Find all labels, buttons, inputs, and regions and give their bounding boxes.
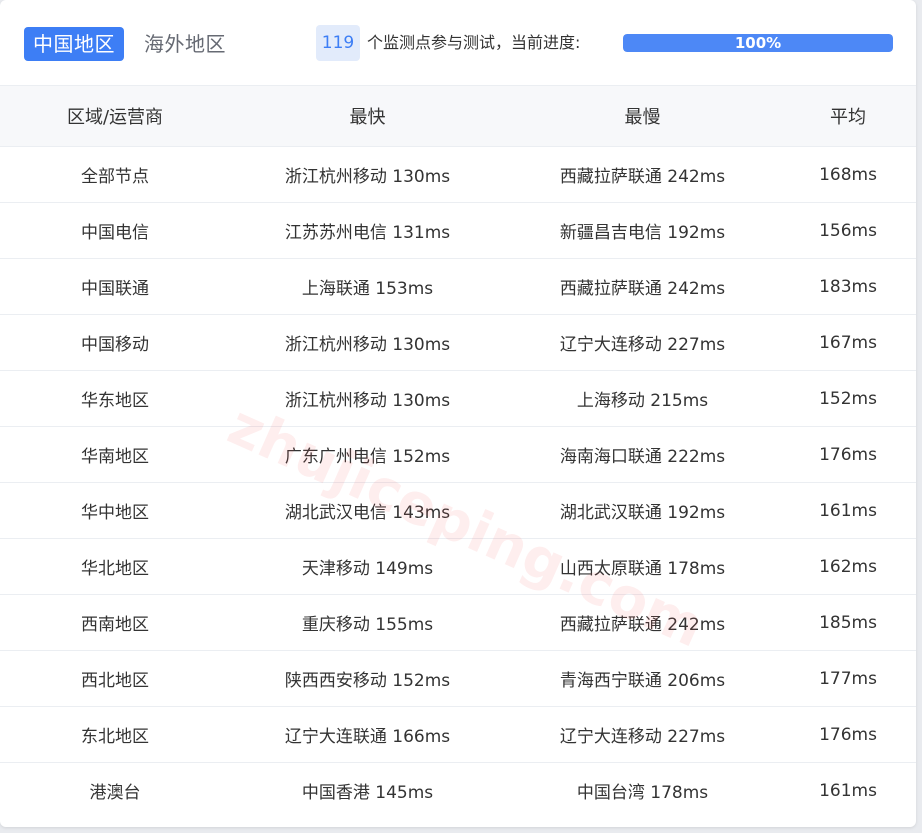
average-cell: 183ms	[819, 276, 877, 297]
region-cell: 中国移动	[81, 335, 149, 355]
slowest-cell: 新疆昌吉电信 192ms	[559, 223, 726, 243]
table-row: 华北地区 天津移动 149ms 山西太原联通 178ms 162ms	[0, 539, 916, 595]
header-slowest: 最慢	[505, 85, 780, 147]
region-cell: 西北地区	[81, 671, 149, 691]
fastest-cell: 广东广州电信 152ms	[284, 447, 451, 467]
header-region: 区域/运营商	[0, 85, 230, 147]
table-body: 全部节点 浙江杭州移动 130ms 西藏拉萨联通 242ms 168ms 中国电信 江苏苏…	[0, 147, 916, 819]
table-row: 西北地区 陕西西安移动 152ms 青海西宁联通 206ms 177ms	[0, 651, 916, 707]
fastest-cell: 天津移动 149ms	[301, 559, 434, 579]
slowest-cell: 海南海口联通 222ms	[559, 447, 726, 467]
fastest-cell: 湖北武汉电信 143ms	[284, 503, 451, 523]
average-cell: 152ms	[819, 388, 877, 409]
slowest-cell: 西藏拉萨联通 242ms	[559, 615, 726, 635]
table-row: 全部节点 浙江杭州移动 130ms 西藏拉萨联通 242ms 168ms	[0, 147, 916, 203]
average-cell: 156ms	[819, 220, 877, 241]
node-count-badge: 119	[316, 25, 360, 61]
slowest-cell: 西藏拉萨联通 242ms	[559, 167, 726, 187]
region-cell: 中国联通	[81, 279, 149, 299]
region-cell: 华东地区	[81, 391, 149, 411]
top-bar: 中国地区 海外地区 119 个监测点参与测试，当前进度: 100%	[0, 0, 916, 85]
slowest-cell: 上海移动 215ms	[576, 391, 709, 411]
progress-label: 个监测点参与测试，当前进度:	[367, 33, 581, 52]
average-cell: 177ms	[819, 668, 877, 689]
table-row: 中国移动 浙江杭州移动 130ms 辽宁大连移动 227ms 167ms	[0, 315, 916, 371]
table-row: 东北地区 辽宁大连联通 166ms 辽宁大连移动 227ms 176ms	[0, 707, 916, 763]
progress-bar: 100%	[623, 34, 893, 52]
region-cell: 东北地区	[81, 727, 149, 747]
region-cell: 华中地区	[81, 503, 149, 523]
slowest-cell: 辽宁大连移动 227ms	[559, 727, 726, 747]
fastest-cell: 上海联通 153ms	[301, 279, 434, 299]
region-cell: 全部节点	[81, 167, 149, 187]
region-cell: 港澳台	[89, 783, 141, 804]
average-cell: 161ms	[819, 780, 877, 801]
slowest-cell: 山西太原联通 178ms	[559, 559, 726, 579]
fastest-cell: 浙江杭州移动 130ms	[284, 335, 451, 355]
region-cell: 中国电信	[81, 223, 149, 243]
average-cell: 176ms	[819, 724, 877, 745]
fastest-cell: 陕西西安移动 152ms	[284, 671, 451, 691]
header-average: 平均	[780, 85, 916, 147]
average-cell: 161ms	[819, 500, 877, 521]
fastest-cell: 浙江杭州移动 130ms	[284, 391, 451, 411]
table-header-row: 区域/运营商 最快 最慢 平均	[0, 85, 916, 147]
table-row: 华中地区 湖北武汉电信 143ms 湖北武汉联通 192ms 161ms	[0, 483, 916, 539]
fastest-cell: 中国香港 145ms	[301, 783, 434, 804]
tab-china[interactable]: 中国地区	[24, 27, 124, 61]
progress-percent: 100%	[734, 34, 782, 52]
region-cell: 华北地区	[81, 559, 149, 579]
results-table: 区域/运营商 最快 最慢 平均 全部节点 浙江杭州移动 130ms 西藏拉萨联通 2…	[0, 85, 916, 819]
slowest-cell: 西藏拉萨联通 242ms	[559, 279, 726, 299]
tab-overseas[interactable]: 海外地区	[135, 27, 235, 61]
table-row: 中国联通 上海联通 153ms 西藏拉萨联通 242ms 183ms	[0, 259, 916, 315]
region-cell: 华南地区	[81, 447, 149, 467]
average-cell: 167ms	[819, 332, 877, 353]
header-fastest: 最快	[230, 85, 505, 147]
fastest-cell: 辽宁大连联通 166ms	[284, 727, 451, 747]
slowest-cell: 辽宁大连移动 227ms	[559, 335, 726, 355]
average-cell: 185ms	[819, 612, 877, 633]
table-row: 中国电信 江苏苏州电信 131ms 新疆昌吉电信 192ms 156ms	[0, 203, 916, 259]
table-row: 港澳台 中国香港 145ms 中国台湾 178ms 161ms	[0, 763, 916, 819]
region-cell: 西南地区	[81, 615, 149, 635]
slowest-cell: 中国台湾 178ms	[576, 783, 709, 804]
slowest-cell: 湖北武汉联通 192ms	[559, 503, 726, 523]
fastest-cell: 浙江杭州移动 130ms	[284, 167, 451, 187]
average-cell: 168ms	[819, 164, 877, 185]
average-cell: 176ms	[819, 444, 877, 465]
table-row: 西南地区 重庆移动 155ms 西藏拉萨联通 242ms 185ms	[0, 595, 916, 651]
fastest-cell: 重庆移动 155ms	[301, 615, 434, 635]
average-cell: 162ms	[819, 556, 877, 577]
slowest-cell: 青海西宁联通 206ms	[559, 671, 726, 691]
speed-test-card: 中国地区 海外地区 119 个监测点参与测试，当前进度: 100% 区域/运营商…	[0, 0, 916, 827]
table-row: 华南地区 广东广州电信 152ms 海南海口联通 222ms 176ms	[0, 427, 916, 483]
fastest-cell: 江苏苏州电信 131ms	[284, 223, 451, 243]
table-row: 华东地区 浙江杭州移动 130ms 上海移动 215ms 152ms	[0, 371, 916, 427]
